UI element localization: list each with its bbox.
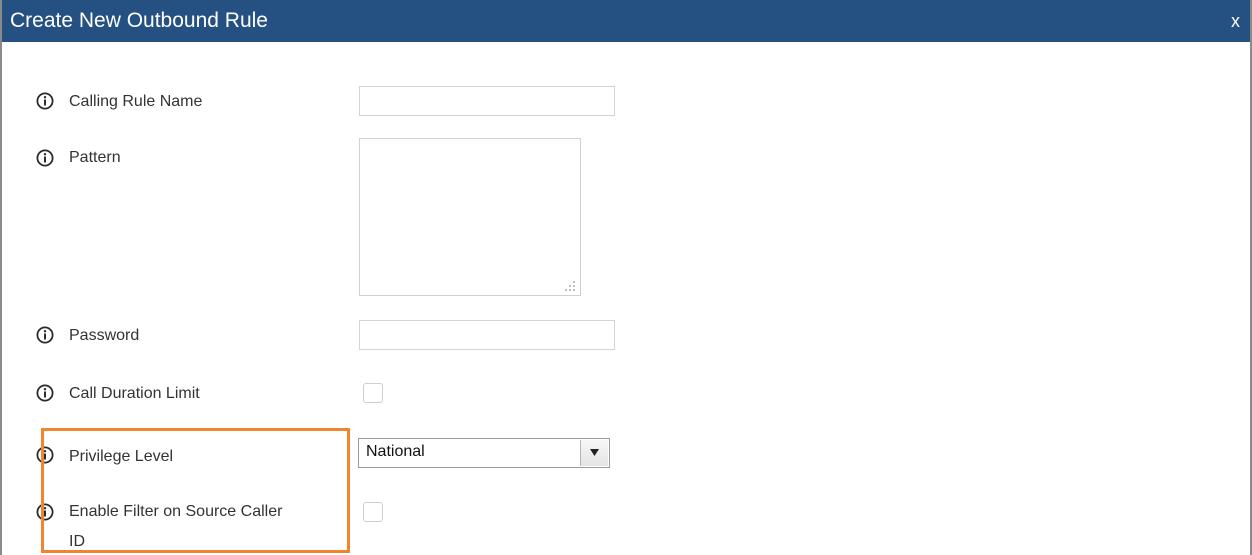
call-duration-limit-checkbox[interactable] xyxy=(363,383,383,403)
info-icon[interactable] xyxy=(36,384,54,402)
password-label: Password xyxy=(69,327,140,344)
password-input[interactable] xyxy=(359,320,615,350)
resize-grip-icon[interactable] xyxy=(564,279,576,291)
info-icon[interactable] xyxy=(36,92,54,110)
call-duration-limit-label: Call Duration Limit xyxy=(69,385,200,402)
pattern-label: Pattern xyxy=(69,149,121,166)
calling-rule-name-input[interactable] xyxy=(359,86,615,116)
privilege-level-value: National xyxy=(366,443,425,460)
privilege-level-select[interactable]: National xyxy=(358,438,610,468)
dialog-title-bar: Create New Outbound Rule x xyxy=(2,0,1250,42)
enable-filter-checkbox[interactable] xyxy=(363,502,383,522)
pattern-textarea[interactable] xyxy=(359,138,581,296)
close-icon[interactable]: x xyxy=(1231,11,1240,32)
highlight-box xyxy=(41,428,350,553)
calling-rule-name-label: Calling Rule Name xyxy=(69,93,203,110)
dropdown-arrow-icon[interactable] xyxy=(580,440,608,466)
dialog-title: Create New Outbound Rule xyxy=(10,9,268,32)
create-outbound-rule-dialog: Create New Outbound Rule x Calling Rule … xyxy=(0,0,1252,555)
info-icon[interactable] xyxy=(36,149,54,167)
info-icon[interactable] xyxy=(36,326,54,344)
